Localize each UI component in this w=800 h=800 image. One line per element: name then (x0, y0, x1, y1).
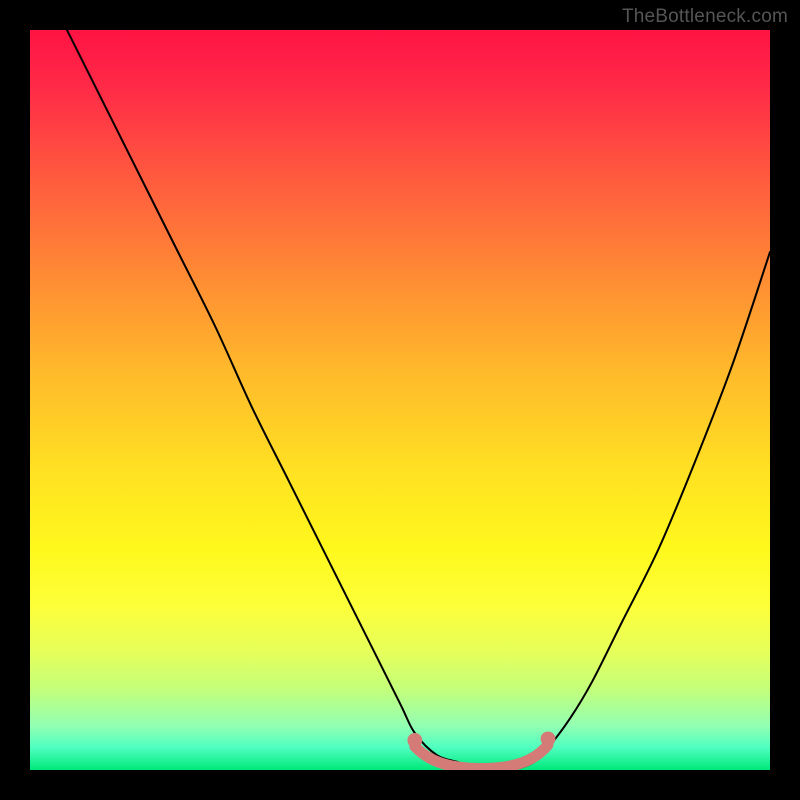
plot-area (30, 30, 770, 770)
watermark-text: TheBottleneck.com (622, 6, 788, 28)
chart-frame: TheBottleneck.com (0, 0, 800, 800)
curve-svg (30, 30, 770, 770)
highlight-dots (407, 732, 555, 748)
highlight-dot (407, 733, 422, 748)
highlight-arc (415, 745, 548, 769)
bottleneck-curve (67, 30, 770, 770)
highlight-dot (541, 732, 556, 747)
